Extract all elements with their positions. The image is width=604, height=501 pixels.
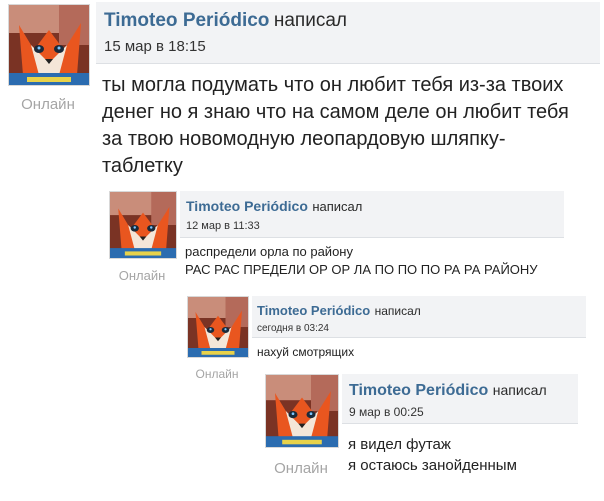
online-status: Онлайн	[274, 460, 328, 477]
message-line: нахуй смотрящих	[257, 345, 355, 359]
wrote-label: написал	[312, 199, 363, 214]
message-line: распредели орла по району	[185, 244, 353, 259]
avatar[interactable]	[265, 374, 339, 448]
message-line: денег но я знаю что на самом деле он люб…	[102, 101, 569, 123]
post-header: Timoteo Periódico написал сегодня в 03:2…	[252, 296, 586, 338]
avatar[interactable]	[109, 191, 177, 259]
message-text: распредели орла по району РАС РАС ПРЕДЕЛ…	[185, 243, 538, 279]
wrote-label: написал	[374, 304, 421, 318]
post-date[interactable]: 12 мар в 11:33	[186, 220, 564, 232]
message-text: ты могла подумать что он любит тебя из-з…	[102, 72, 569, 180]
message-line: РАС РАС ПРЕДЕЛИ ОР ОР ЛА ПО ПО ПО РА РА …	[185, 262, 538, 277]
author-link[interactable]: Timoteo Periódico	[257, 303, 370, 318]
post-date[interactable]: 15 мар в 18:15	[104, 38, 600, 55]
message-line: ты могла подумать что он любит тебя из-з…	[102, 74, 564, 96]
message-line: таблетку	[102, 155, 183, 177]
post-header: Timoteo Periódico написал 15 мар в 18:15	[96, 2, 600, 64]
wrote-label: написал	[273, 10, 347, 31]
post-header: Timoteo Periódico написал 9 мар в 00:25	[342, 374, 578, 424]
message-text: нахуй смотрящих	[257, 344, 354, 360]
avatar[interactable]	[187, 296, 249, 358]
online-status: Онлайн	[118, 268, 166, 283]
author-link[interactable]: Timoteo Periódico	[349, 382, 488, 399]
author-link[interactable]: Timoteo Periódico	[186, 198, 308, 214]
wrote-label: написал	[492, 382, 547, 398]
message-line: я остаюсь занойденным	[348, 457, 517, 474]
fox-avatar-icon	[188, 297, 248, 357]
message-line: за твою новомодную леопардовую шляпку-	[102, 128, 506, 150]
post-date[interactable]: 9 мар в 00:25	[349, 405, 578, 419]
online-status: Онлайн	[195, 367, 239, 381]
fox-avatar-icon	[9, 5, 89, 85]
message-text: я видел футаж я остаюсь занойденным	[348, 434, 517, 476]
message-line: я видел футаж	[348, 436, 451, 453]
author-link[interactable]: Timoteo Periódico	[104, 10, 269, 31]
post-header: Timoteo Periódico написал 12 мар в 11:33	[180, 191, 564, 238]
post-date[interactable]: сегодня в 03:24	[257, 323, 586, 334]
fox-avatar-icon	[110, 192, 176, 258]
fox-avatar-icon	[266, 375, 338, 447]
avatar[interactable]	[8, 4, 90, 86]
online-status: Онлайн	[21, 96, 75, 113]
